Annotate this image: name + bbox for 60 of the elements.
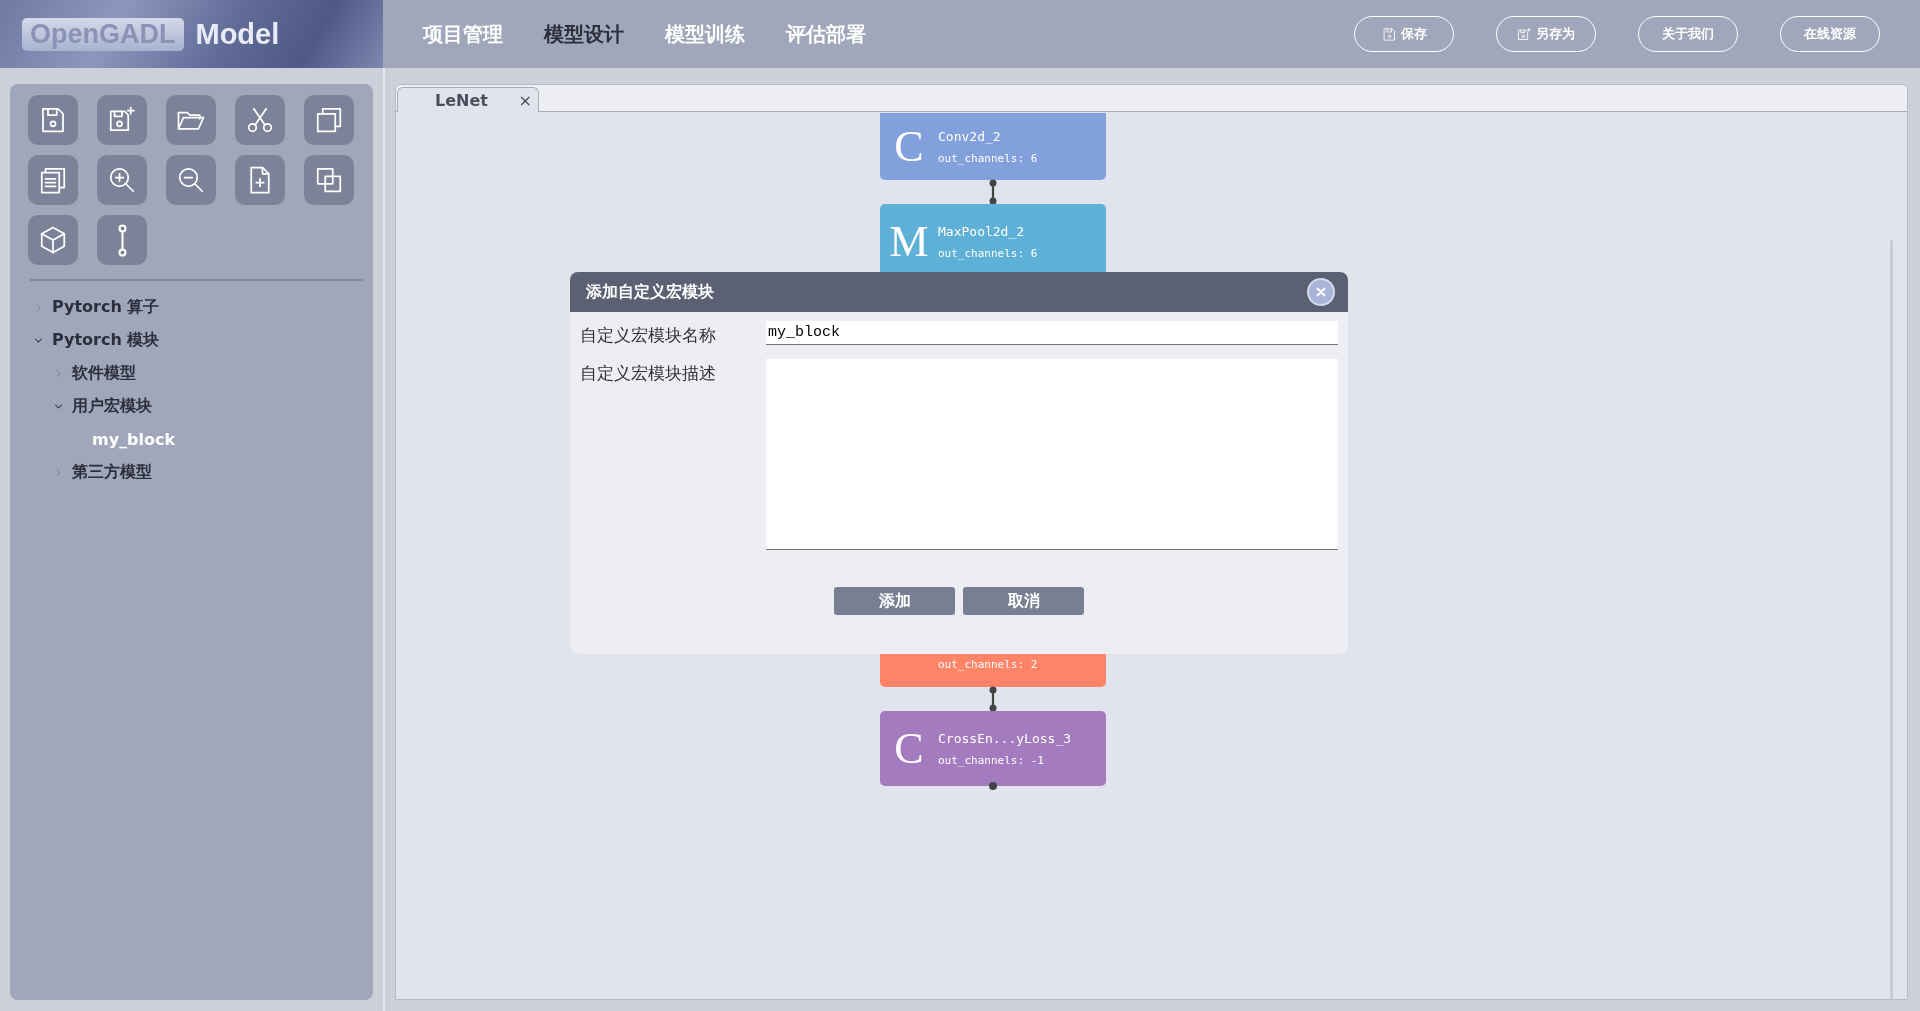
close-button[interactable]: × [518,90,532,110]
document-stack-icon [38,165,68,195]
node-detail: out_channels: 6 [938,151,1038,165]
tree-item[interactable]: my_block [92,430,176,449]
toolbar-button[interactable] [235,155,285,205]
port-dot [987,780,999,792]
tree-item[interactable]: 软件模型 [72,363,136,384]
graph-node[interactable]: C Conv2d_2 out_channels: 6 [880,113,1106,180]
editor-tab[interactable]: LeNet × [397,87,539,112]
zoom-in-icon [107,165,137,195]
node-detail: out_channels: 6 [938,246,1038,260]
nav-tab[interactable]: 模型训练 [665,20,745,48]
node-detail: out_channels: -1 [938,753,1045,767]
dialog-title: 添加自定义宏模块 [586,281,714,303]
toolbar-button[interactable] [235,95,285,145]
toolbar-button[interactable] [166,155,216,205]
connector-icon [117,223,127,257]
dialog-button[interactable]: 添加 [834,587,955,615]
toolbar-button[interactable] [28,155,78,205]
node-letter: M [888,219,930,264]
close-button[interactable] [1307,278,1335,306]
toolbar-button[interactable] [166,95,216,145]
description-field[interactable] [766,359,1338,550]
nav-tab[interactable]: 评估部署 [786,20,866,48]
node-letter: C [893,124,925,169]
tree-item[interactable]: Pytorch 算子 [52,297,160,318]
scissors-icon [245,105,275,135]
graph-node[interactable]: C CrossEn...yLoss_3 out_channels: -1 [880,711,1106,786]
nav-tab[interactable]: 模型设计 [544,20,624,48]
toolbar-button[interactable] [28,95,78,145]
node-name: Conv2d_2 [938,128,1002,144]
node-detail: out_channels: 2 [938,658,1038,671]
dialog-button[interactable]: 取消 [963,587,1084,615]
tree-item[interactable]: 第三方模型 [72,462,152,483]
toolbar-button[interactable] [28,215,78,265]
tab-label[interactable]: LeNet [435,90,488,110]
node-name: CrossEn...yLoss_3 [938,730,1072,746]
toolbar-button[interactable] [304,95,354,145]
save-icon [1381,26,1397,42]
nav-tab[interactable]: 项目管理 [423,20,503,48]
connector [987,686,999,712]
toolbar-button[interactable] [97,95,147,145]
node-name: MaxPool2d_2 [938,223,1026,239]
cube-icon [38,225,68,255]
name-field[interactable]: my_block [766,321,1338,345]
connector [987,179,999,205]
logo-brand: OpenGADL [22,17,184,51]
field-label: 自定义宏模块描述 [580,363,717,385]
tree-item[interactable]: Pytorch 模块 [52,330,160,351]
toolbar-button[interactable] [304,155,354,205]
node-letter: C [893,726,925,771]
field-label: 自定义宏模块名称 [580,325,717,347]
toolbar-button[interactable] [97,215,147,265]
toolbar-button[interactable] [97,155,147,205]
copy-icon [314,105,344,135]
tree-item[interactable]: 用户宏模块 [72,396,152,417]
overlap-squares-icon [314,165,344,195]
logo-product: Model [195,17,280,51]
zoom-out-icon [176,165,206,195]
save-as-icon [1517,26,1532,42]
